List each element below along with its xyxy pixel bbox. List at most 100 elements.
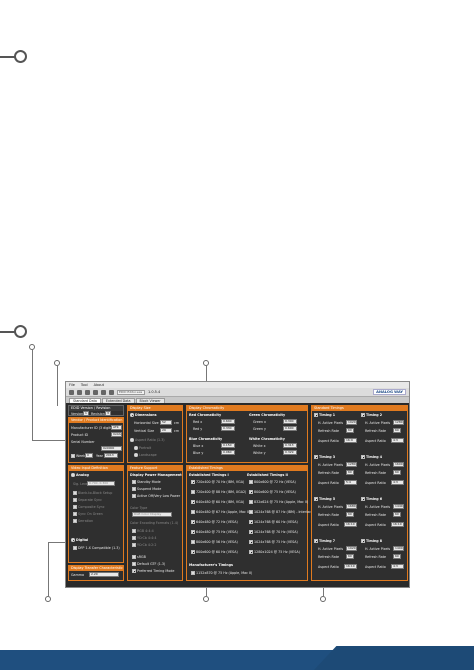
refresh-icon[interactable]	[109, 389, 114, 395]
preferred-timing-checkbox[interactable]	[132, 569, 136, 573]
signal-level-select[interactable]: 0.700, 0.300	[87, 481, 115, 486]
refresh-rate-field[interactable]: 60	[346, 554, 354, 559]
est1-0-checkbox[interactable]	[191, 480, 195, 484]
blank-to-black-checkbox[interactable]	[73, 491, 77, 495]
save-icon[interactable]	[85, 389, 90, 395]
sync-on-green-checkbox[interactable]	[73, 512, 77, 516]
refresh-rate-field[interactable]: 60	[393, 428, 401, 433]
manufacture-week-checkbox[interactable]	[71, 454, 75, 458]
timing-enable-checkbox[interactable]	[361, 413, 365, 417]
refresh-rate-field[interactable]: 60	[393, 470, 401, 475]
h-active-field[interactable]: 1280	[393, 420, 404, 425]
est1-1-checkbox[interactable]	[191, 490, 195, 494]
rgb444-checkbox[interactable]	[132, 529, 136, 533]
read-icon[interactable]	[93, 389, 98, 395]
new-file-icon[interactable]	[69, 389, 74, 395]
est1-6-checkbox[interactable]	[191, 540, 195, 544]
white-y-field[interactable]: 0.329	[283, 450, 297, 455]
product-field[interactable]: 0x0A0C	[111, 432, 122, 437]
est1-5-checkbox[interactable]	[191, 530, 195, 534]
est1-3-checkbox[interactable]	[191, 510, 195, 514]
est1-7-checkbox[interactable]	[191, 550, 195, 554]
refresh-rate-field[interactable]: 60	[346, 428, 354, 433]
h-active-field[interactable]: 1600	[393, 462, 404, 467]
refresh-rate-field[interactable]: 60	[346, 512, 354, 517]
analog-radio[interactable]	[71, 473, 75, 477]
menu-about[interactable]: About	[94, 383, 104, 387]
ycrcb422-checkbox[interactable]	[132, 543, 136, 547]
aspect-ratio-select[interactable]: 5:4	[344, 480, 357, 485]
standby-mode-checkbox[interactable]	[132, 480, 136, 484]
menu-file[interactable]: File	[69, 383, 75, 387]
timing-enable-checkbox[interactable]	[361, 455, 365, 459]
red-y-field[interactable]: 0.330	[221, 426, 235, 431]
h-active-field[interactable]: 1920	[346, 420, 357, 425]
blue-x-field[interactable]: 0.150	[221, 443, 235, 448]
week-field[interactable]: 0	[85, 453, 93, 458]
vertical-size-field[interactable]: 29	[160, 428, 172, 433]
ycrcb444-checkbox[interactable]	[132, 536, 136, 540]
aspect-ratio-select[interactable]: 16:10	[344, 522, 357, 527]
est2-3-checkbox[interactable]	[249, 510, 253, 514]
blue-y-field[interactable]: 0.060	[221, 450, 235, 455]
refresh-rate-field[interactable]: 60	[393, 554, 401, 559]
open-folder-icon[interactable]	[77, 389, 82, 395]
refresh-rate-field[interactable]: 60	[346, 470, 354, 475]
version-field[interactable]: 1	[83, 411, 89, 416]
dfp-compatible-checkbox[interactable]	[73, 546, 77, 550]
green-x-field[interactable]: 0.300	[283, 419, 297, 424]
refresh-rate-field[interactable]: 60	[393, 512, 401, 517]
h-active-field[interactable]: 1920	[346, 546, 357, 551]
file-name-field[interactable]: EDID Editor.exe	[117, 389, 145, 395]
est2-0-checkbox[interactable]	[249, 480, 253, 484]
mfr-timing-checkbox[interactable]	[191, 571, 195, 575]
tab-standard-data[interactable]: Standard Data	[69, 398, 101, 403]
year-field[interactable]: 2013	[104, 453, 118, 458]
aspect-ratio-radio[interactable]	[130, 438, 134, 442]
suspend-mode-checkbox[interactable]	[132, 487, 136, 491]
aspect-ratio-select[interactable]: 16:9	[344, 438, 357, 443]
tab-extended-data[interactable]: Extended Data	[101, 398, 135, 403]
timing-enable-checkbox[interactable]	[361, 497, 365, 501]
serration-checkbox[interactable]	[73, 519, 77, 523]
aspect-ratio-select[interactable]: 4:3	[391, 438, 404, 443]
est2-7-checkbox[interactable]	[249, 550, 253, 554]
est2-6-checkbox[interactable]	[249, 540, 253, 544]
red-x-field[interactable]: 0.640	[221, 419, 235, 424]
separate-sync-checkbox[interactable]	[73, 498, 77, 502]
timing-enable-checkbox[interactable]	[314, 455, 318, 459]
timing-enable-checkbox[interactable]	[314, 413, 318, 417]
est2-4-checkbox[interactable]	[249, 520, 253, 524]
color-type-select[interactable]: RGB Color Display	[132, 512, 172, 517]
menu-tool[interactable]: Tool	[81, 383, 88, 387]
serial-field[interactable]: 0x0000	[101, 446, 122, 451]
active-off-checkbox[interactable]	[132, 494, 136, 498]
composite-sync-checkbox[interactable]	[73, 505, 77, 509]
tab-block-viewer[interactable]: Block Viewer	[135, 398, 165, 403]
est1-4-checkbox[interactable]	[191, 520, 195, 524]
h-active-field[interactable]: 1400	[393, 546, 404, 551]
dimensions-radio[interactable]	[130, 413, 134, 417]
revision-field[interactable]: 3	[105, 411, 111, 416]
white-x-field[interactable]: 0.313	[283, 443, 297, 448]
manufacturer-field[interactable]: ATK	[111, 425, 122, 430]
digital-radio[interactable]	[71, 538, 75, 542]
h-active-field[interactable]: 1280	[346, 462, 357, 467]
aspect-ratio-select[interactable]: 16:10	[344, 564, 357, 569]
est1-2-checkbox[interactable]	[191, 500, 195, 504]
aspect-ratio-select[interactable]: 16:10	[391, 522, 404, 527]
aspect-ratio-select[interactable]: 4:3	[391, 564, 404, 569]
est2-1-checkbox[interactable]	[249, 490, 253, 494]
default-gtf-checkbox[interactable]	[132, 562, 136, 566]
est2-5-checkbox[interactable]	[249, 530, 253, 534]
horizontal-size-field[interactable]: 52	[160, 420, 172, 425]
timing-enable-checkbox[interactable]	[314, 539, 318, 543]
timing-enable-checkbox[interactable]	[361, 539, 365, 543]
srgb-checkbox[interactable]	[132, 555, 136, 559]
portrait-radio[interactable]	[134, 446, 138, 450]
timing-enable-checkbox[interactable]	[314, 497, 318, 501]
h-active-field[interactable]: 1440	[393, 504, 404, 509]
write-icon[interactable]	[101, 389, 106, 395]
gamma-field[interactable]: 2.20	[89, 572, 119, 577]
est2-2-checkbox[interactable]	[249, 500, 253, 504]
